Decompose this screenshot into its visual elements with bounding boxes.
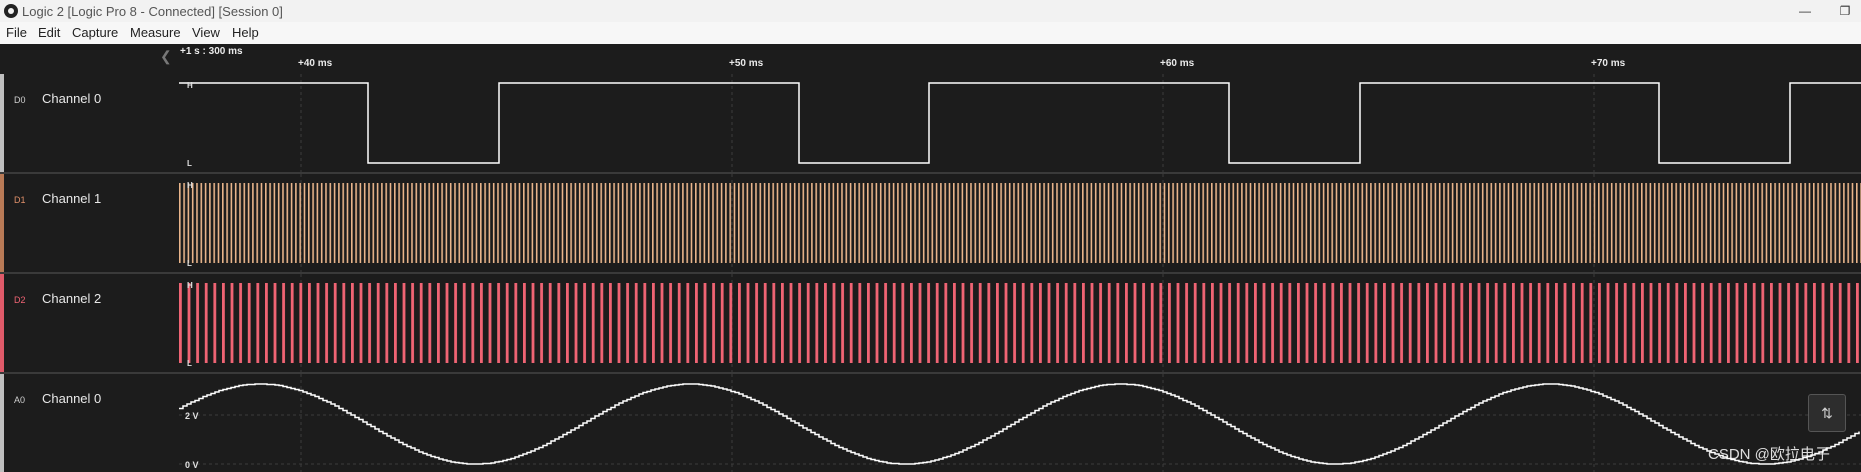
channel-color-bar xyxy=(0,74,4,172)
channel-lane-d0[interactable]: D0 Channel 0 H L xyxy=(0,74,1861,172)
channel-lanes: D0 Channel 0 H L D1 Channel 1 H L D2 Cha… xyxy=(0,74,1861,472)
level-low-label: L xyxy=(187,159,192,168)
menu-help[interactable]: Help xyxy=(232,25,259,40)
channel-header[interactable]: D2 Channel 2 xyxy=(0,274,178,372)
channel-name[interactable]: Channel 0 xyxy=(42,91,101,106)
d2-pulse-train xyxy=(179,283,1861,363)
channel-header[interactable]: D0 Channel 0 xyxy=(0,74,178,172)
d1-pulse-train xyxy=(179,183,1861,263)
time-tick-label: +40 ms xyxy=(298,58,333,69)
channel-color-bar xyxy=(0,374,4,472)
title-bar: Logic 2 [Logic Pro 8 - Connected] [Sessi… xyxy=(0,0,1861,22)
d0-square-wave xyxy=(179,82,1861,164)
channel-id: D1 xyxy=(14,195,26,205)
channel-id: D0 xyxy=(14,95,26,105)
channel-id: A0 xyxy=(14,395,26,405)
a0-sine-wave xyxy=(179,383,1860,465)
time-origin-label: +1 s : 300 ms xyxy=(180,46,243,57)
restore-button[interactable]: ❐ xyxy=(1830,0,1860,22)
digital-waveform[interactable]: H L xyxy=(179,274,1861,372)
channel-lane-d1[interactable]: D1 Channel 1 H L xyxy=(0,174,1861,272)
menu-edit[interactable]: Edit xyxy=(38,25,60,40)
channel-header[interactable]: A0 Channel 0 xyxy=(0,374,178,472)
level-low-label: L xyxy=(187,359,192,368)
channel-lane-a0[interactable]: A0 Channel 0 2 V 0 V xyxy=(0,374,1861,472)
channel-lane-d2[interactable]: D2 Channel 2 H L xyxy=(0,274,1861,372)
watermark: CSDN @欧拉电子 xyxy=(1708,446,1830,463)
time-tick-label: +60 ms xyxy=(1160,58,1195,69)
logic-app-icon xyxy=(4,4,18,18)
menu-measure[interactable]: Measure xyxy=(130,25,181,40)
channel-id: D2 xyxy=(14,295,26,305)
level-high-label: H xyxy=(187,181,193,190)
chevron-left-icon[interactable]: ❮ xyxy=(160,48,172,65)
level-low-label: L xyxy=(187,259,192,268)
digital-waveform[interactable]: H L xyxy=(179,174,1861,272)
menu-view[interactable]: View xyxy=(192,25,220,40)
time-tick-label: +70 ms xyxy=(1591,58,1626,69)
menu-bar: File Edit Capture Measure View Help xyxy=(0,22,1861,45)
time-ruler[interactable]: ❮ +1 s : 300 ms +40 ms +50 ms +60 ms +70… xyxy=(0,44,1861,74)
time-gridlines xyxy=(300,74,1595,172)
level-high-label: H xyxy=(187,281,193,290)
voltage-label-0v: 0 V xyxy=(185,460,199,470)
menu-capture[interactable]: Capture xyxy=(72,25,118,40)
channel-header[interactable]: D1 Channel 1 xyxy=(0,174,178,272)
time-tick-label: +50 ms xyxy=(729,58,764,69)
channel-name[interactable]: Channel 1 xyxy=(42,191,101,206)
minimize-button[interactable]: — xyxy=(1790,0,1820,22)
level-high-label: H xyxy=(187,81,193,90)
channel-color-bar xyxy=(0,174,4,272)
voltage-label-2v: 2 V xyxy=(185,411,199,421)
analog-waveform[interactable]: 2 V 0 V xyxy=(179,374,1861,472)
digital-waveform[interactable]: H L xyxy=(179,74,1861,172)
channel-name[interactable]: Channel 2 xyxy=(42,291,101,306)
fit-vertical-icon[interactable]: ⇅ xyxy=(1808,394,1846,432)
window-title: Logic 2 [Logic Pro 8 - Connected] [Sessi… xyxy=(22,4,283,19)
menu-file[interactable]: File xyxy=(6,25,27,40)
channel-name[interactable]: Channel 0 xyxy=(42,391,101,406)
channel-color-bar xyxy=(0,274,4,372)
